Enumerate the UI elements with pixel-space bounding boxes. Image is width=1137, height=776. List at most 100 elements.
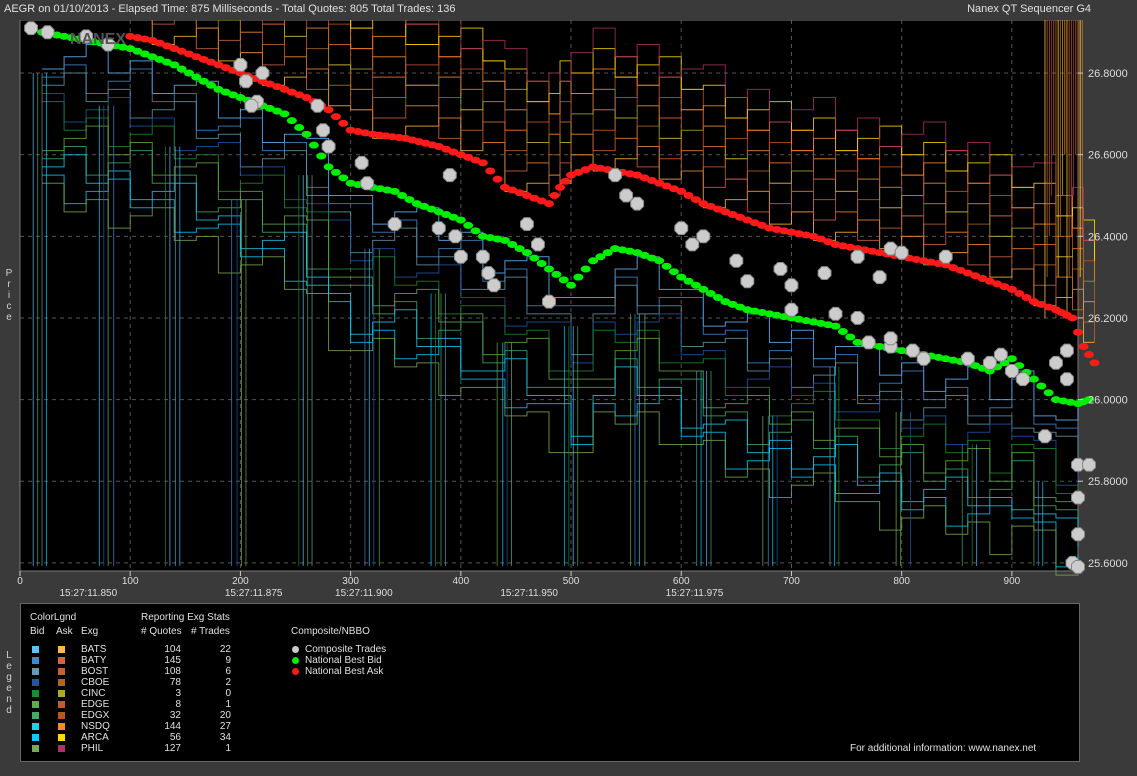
quote-count: 127 xyxy=(164,743,181,754)
national-best-bid-point xyxy=(668,268,679,276)
national-best-bid-point xyxy=(308,141,319,149)
national-best-bid-point xyxy=(470,227,481,235)
legend-panel: ColorLgnd Reporting Exg Stats Bid Ask Ex… xyxy=(20,603,1080,762)
x-tick-label: 900 xyxy=(1004,576,1021,587)
national-best-bid-point xyxy=(830,322,841,330)
composite-swatch xyxy=(292,668,299,675)
national-best-bid-point xyxy=(661,262,672,270)
composite-trade-point xyxy=(1071,527,1085,542)
composite-trade-point xyxy=(883,331,898,346)
y-tick-label: 26.2000 xyxy=(1088,313,1128,325)
composite-trade-point xyxy=(982,355,997,370)
composite-trade-point xyxy=(360,176,375,191)
composite-trade-point xyxy=(431,221,446,236)
composite-trade-point xyxy=(696,229,711,244)
composite-label: Composite Trades xyxy=(305,644,387,655)
national-best-bid-point xyxy=(316,152,327,160)
national-best-bid-point xyxy=(580,265,591,273)
ask-swatch xyxy=(58,679,65,686)
y-axis-label-char: P xyxy=(5,268,13,279)
composite-trade-point xyxy=(905,343,920,358)
composite-trade-point xyxy=(861,335,876,350)
composite-trade-point xyxy=(938,249,953,264)
composite-trade-point xyxy=(740,274,755,289)
trade-count: 20 xyxy=(219,710,231,721)
composite-trade-point xyxy=(310,98,325,113)
ask-swatch xyxy=(58,657,65,664)
trade-count: 2 xyxy=(225,677,231,688)
composite-trade-point xyxy=(729,253,744,268)
quotes-header: # Quotes xyxy=(141,626,182,637)
composite-trade-point xyxy=(316,123,330,138)
composite-trade-point xyxy=(916,351,931,366)
quote-count: 145 xyxy=(164,655,181,666)
legend-side-label: Legend xyxy=(4,650,14,716)
y-tick-label: 26.0000 xyxy=(1088,395,1128,407)
legend-side-char: g xyxy=(6,672,12,683)
watermark: NANEX xyxy=(70,31,126,48)
national-best-bid-point xyxy=(323,163,334,171)
ask-swatch xyxy=(58,723,65,730)
national-best-bid-point xyxy=(1028,375,1039,383)
exchange-code: BATY xyxy=(81,655,107,666)
composite-trade-point xyxy=(520,217,534,231)
national-best-bid-point xyxy=(573,273,584,281)
exchange-code: PHIL xyxy=(81,743,104,754)
trade-count: 27 xyxy=(219,721,231,732)
composite-trade-point xyxy=(619,188,634,203)
composite-trade-point xyxy=(894,245,909,260)
y-tick-label: 26.6000 xyxy=(1088,150,1128,162)
composite-trade-point xyxy=(239,74,253,89)
bid-swatch xyxy=(32,668,39,675)
x-tick-label: 200 xyxy=(232,576,249,587)
y-axis-label: Price xyxy=(4,268,14,323)
x-time-label: 15:27:11.950 xyxy=(500,588,558,599)
composite-trade-point xyxy=(486,278,501,293)
ask-swatch xyxy=(58,690,65,697)
national-best-bid-point xyxy=(521,249,532,257)
x-tick-label: 300 xyxy=(342,576,359,587)
composite-swatch xyxy=(292,657,299,664)
composite-trade-point xyxy=(354,155,369,170)
bid-swatch xyxy=(32,679,39,686)
national-best-bid-point xyxy=(566,281,577,289)
composite-trade-point xyxy=(255,66,270,80)
composite-trade-point xyxy=(674,221,689,236)
national-best-bid-point xyxy=(654,257,665,265)
x-time-label: 15:27:11.875 xyxy=(225,588,283,599)
y-axis: 26.8000 26.6000 26.4000 26.2000 26.0000 25.80… xyxy=(1078,68,1128,570)
national-best-bid-point xyxy=(837,328,848,336)
composite-trade-point xyxy=(1038,429,1052,444)
composite-trade-point xyxy=(960,351,975,366)
composite-trade-point xyxy=(475,249,490,264)
y-axis-label-char: r xyxy=(7,279,11,290)
stats-title: Reporting Exg Stats xyxy=(141,612,230,623)
national-best-bid-point xyxy=(301,130,312,138)
quote-count: 144 xyxy=(164,721,181,732)
composite-trade-point xyxy=(773,262,788,276)
composite-trade-point xyxy=(244,98,259,113)
exchange-code: BATS xyxy=(81,644,107,655)
national-best-ask-point xyxy=(1089,359,1100,367)
legend-side-char: n xyxy=(6,694,12,705)
national-best-bid-point xyxy=(338,174,349,182)
composite-trade-point xyxy=(481,266,496,280)
composite-trade-point xyxy=(828,306,843,321)
quote-count: 32 xyxy=(169,710,181,721)
y-axis-label-char: e xyxy=(6,312,12,323)
x-time-label: 15:27:11.850 xyxy=(60,588,118,599)
title-bar: AEGR on 01/10/2013 - Elapsed Time: 875 M… xyxy=(0,0,1137,20)
bid-swatch xyxy=(32,690,39,697)
x-time-label: 15:27:11.975 xyxy=(666,588,724,599)
x-tick-label: 0 xyxy=(17,576,23,587)
x-tick-label: 600 xyxy=(673,576,690,587)
quote-count: 108 xyxy=(164,666,181,677)
y-tick-label: 26.4000 xyxy=(1088,231,1128,243)
x-tick-label: 400 xyxy=(452,576,469,587)
y-tick-label: 26.8000 xyxy=(1088,68,1128,80)
bid-swatch xyxy=(32,723,39,730)
composite-trade-point xyxy=(24,21,38,36)
composite-trade-point xyxy=(1060,372,1074,387)
ask-swatch xyxy=(58,701,65,708)
ask-swatch xyxy=(58,668,65,675)
